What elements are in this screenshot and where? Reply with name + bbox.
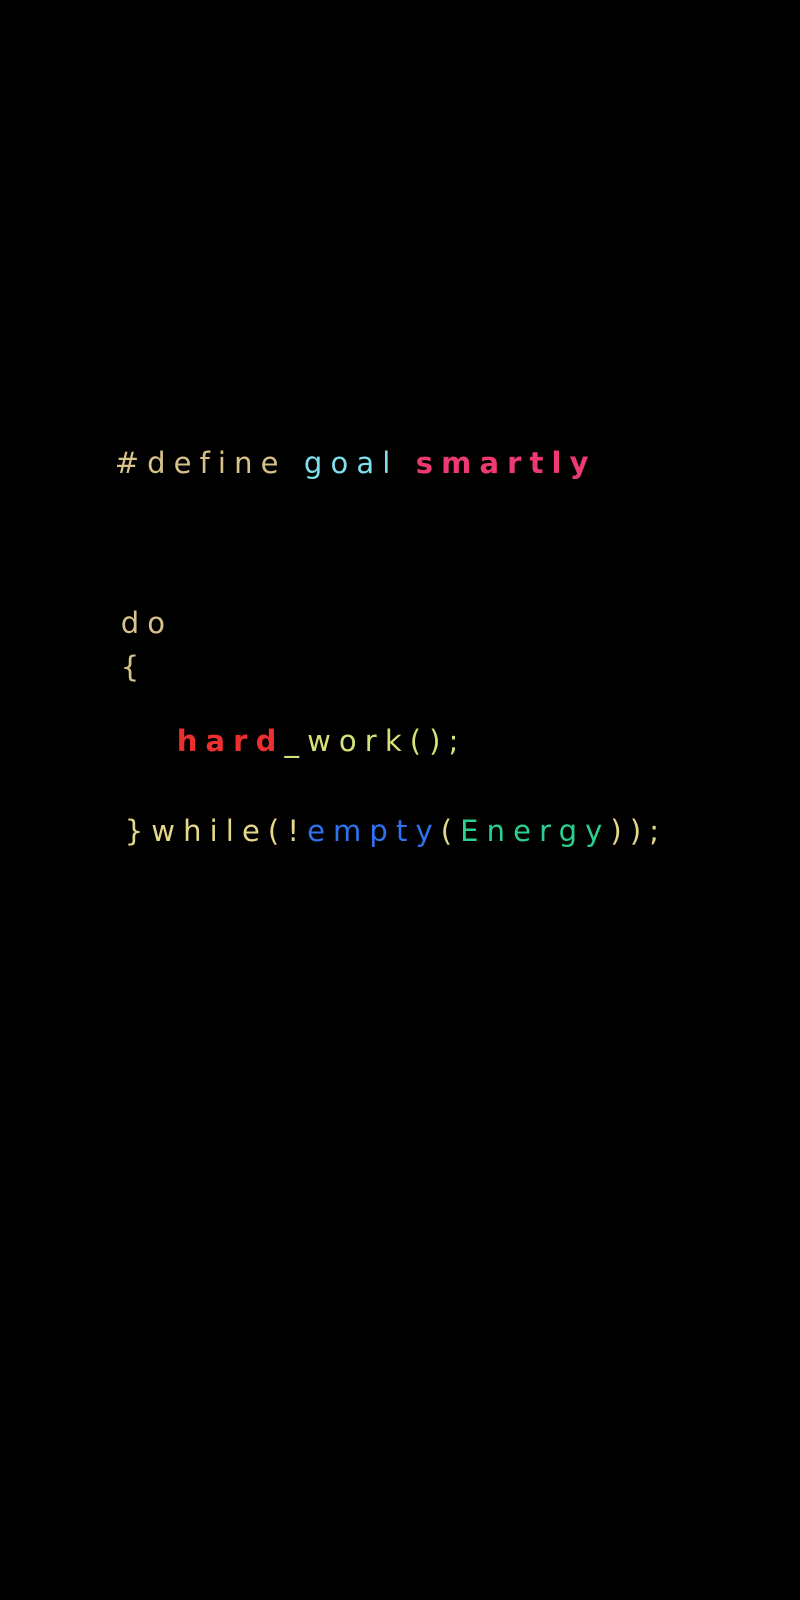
code-line-while: }while(!empty(Energy));: [90, 788, 667, 846]
hard-word: hard: [176, 724, 285, 758]
open-paren: (: [440, 814, 461, 848]
goal-identifier: goal: [303, 446, 399, 480]
work-call: _work();: [284, 724, 467, 758]
while-prefix: }while(!: [124, 814, 308, 848]
code-line-open-brace: {: [86, 624, 147, 682]
code-line-define: #define goal smartly: [80, 420, 597, 478]
code-line-hard-work: hard_work();: [142, 698, 467, 756]
closing-parens: ));: [610, 814, 668, 848]
energy-argument: Energy: [460, 814, 611, 848]
empty-function: empty: [307, 814, 441, 848]
smartly-value: smartly: [415, 446, 597, 480]
define-directive: #define: [114, 446, 287, 480]
open-brace: {: [120, 650, 148, 684]
